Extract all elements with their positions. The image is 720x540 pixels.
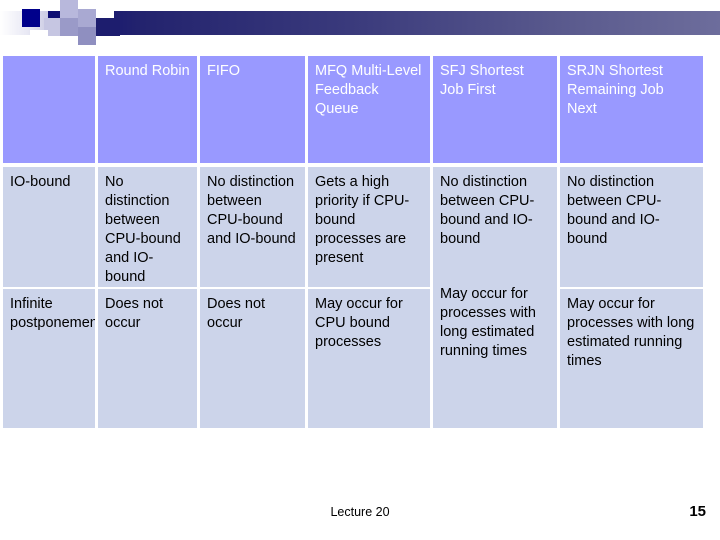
table-cell-infinite-postponement-fifo: Does not occur — [200, 289, 305, 428]
header-gradient-bar — [48, 11, 720, 35]
deco-square — [96, 18, 120, 36]
table-cell-sfj-infinite-postponement: May occur for processes with long estima… — [440, 286, 536, 359]
table-header-sfj: SFJ Shortest Job First — [433, 56, 557, 163]
deco-square-white — [30, 30, 48, 48]
table-cell-io-bound-round-robin: No distinction between CPU-bound and IO-… — [98, 167, 197, 287]
deco-square — [60, 18, 78, 36]
table-header-fifo: FIFO — [200, 56, 305, 163]
scheduling-comparison-table: Round Robin FIFO MFQ Multi-Level Feedbac… — [3, 56, 703, 428]
table-header-mfq: MFQ Multi-Level Feedback Queue — [308, 56, 430, 163]
footer-page-number: 15 — [689, 503, 706, 520]
table-cell-infinite-postponement-round-robin: Does not occur — [98, 289, 197, 428]
table-cell-io-bound-srjn: No distinction between CPU-bound and IO-… — [560, 167, 703, 287]
table-cell-sfj-io-bound: No distinction between CPU-bound and IO-… — [440, 174, 535, 247]
table-row-label-infinite-postponement: Infinite postponement — [3, 289, 95, 428]
table-cell-infinite-postponement-srjn: May occur for processes with long estima… — [560, 289, 703, 428]
deco-square — [78, 27, 96, 45]
table-cell-io-bound-fifo: No distinction between CPU-bound and IO-… — [200, 167, 305, 287]
deco-square — [78, 9, 96, 27]
deco-square-accent — [22, 9, 40, 27]
deco-square — [60, 0, 78, 18]
table-cell-sfj-spacer — [440, 249, 550, 285]
deco-square-white — [96, 0, 114, 18]
table-row-label-io-bound: IO-bound — [3, 167, 95, 287]
slide-footer: Lecture 20 15 — [0, 503, 720, 535]
table-header-corner — [3, 56, 95, 163]
slide-header-decoration — [0, 0, 720, 48]
table-cell-io-bound-mfq: Gets a high priority if CPU-bound proces… — [308, 167, 430, 287]
table-header-round-robin: Round Robin — [98, 56, 197, 163]
footer-lecture-label: Lecture 20 — [330, 505, 390, 519]
table-cell-infinite-postponement-mfq: May occur for CPU bound processes — [308, 289, 430, 428]
table-cell-sfj-merged: No distinction between CPU-bound and IO-… — [433, 167, 557, 428]
table-header-srjn: SRJN Shortest Remaining Job Next — [560, 56, 703, 163]
